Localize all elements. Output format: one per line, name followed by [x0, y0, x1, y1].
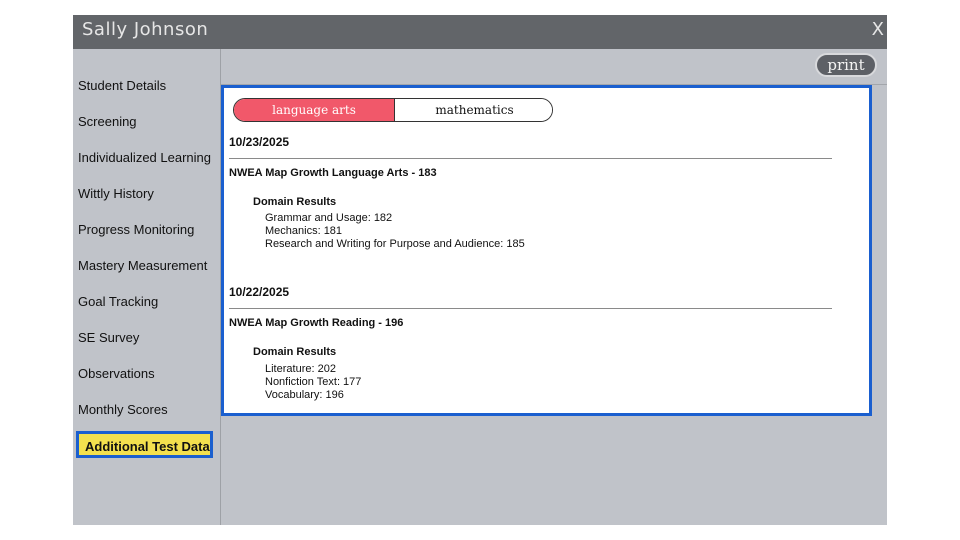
- domain-results-heading: Domain Results: [253, 196, 337, 208]
- sidebar-item-additional-test-data[interactable]: Additional Test Data: [76, 431, 213, 458]
- close-button[interactable]: X: [872, 19, 884, 40]
- domain-result-item: Nonfiction Text: 177: [265, 376, 362, 388]
- result-date: 10/22/2025: [229, 285, 290, 299]
- sidebar-item-monthly-scores[interactable]: Monthly Scores: [78, 402, 168, 417]
- print-button[interactable]: print: [815, 53, 877, 77]
- title-bar: Sally Johnson X: [73, 15, 887, 49]
- window-title: Sally Johnson: [82, 19, 209, 40]
- subject-tabs: language arts mathematics: [233, 98, 553, 122]
- tab-language-arts[interactable]: language arts: [234, 99, 395, 121]
- sidebar-item-mastery-measurement[interactable]: Mastery Measurement: [78, 258, 207, 273]
- sidebar-item-se-survey[interactable]: SE Survey: [78, 330, 139, 345]
- sidebar-item-screening[interactable]: Screening: [78, 114, 137, 129]
- result-divider: [229, 158, 832, 159]
- domain-result-item: Vocabulary: 196: [265, 389, 344, 401]
- domain-result-item: Mechanics: 181: [265, 225, 343, 237]
- result-divider: [229, 308, 832, 309]
- domain-result-item: Grammar and Usage: 182: [265, 212, 393, 224]
- student-window: Sally Johnson X Student Details Screenin…: [73, 15, 887, 525]
- sidebar-item-student-details[interactable]: Student Details: [78, 78, 166, 93]
- sidebar-item-individualized-learning[interactable]: Individualized Learning: [78, 150, 211, 165]
- sidebar-item-progress-monitoring[interactable]: Progress Monitoring: [78, 222, 194, 237]
- tab-mathematics[interactable]: mathematics: [395, 99, 552, 121]
- sidebar-item-wittly-history[interactable]: Wittly History: [78, 186, 154, 201]
- test-data-panel: language arts mathematics 10/23/2025 NWE…: [221, 85, 872, 416]
- sidebar-item-goal-tracking[interactable]: Goal Tracking: [78, 294, 158, 309]
- sidebar-item-observations[interactable]: Observations: [78, 366, 155, 381]
- domain-results-heading: Domain Results: [253, 346, 337, 358]
- result-date: 10/23/2025: [229, 135, 290, 149]
- sidebar: Student Details Screening Individualized…: [73, 49, 220, 525]
- test-title: NWEA Map Growth Language Arts - 183: [229, 167, 437, 179]
- domain-result-item: Literature: 202: [265, 363, 336, 375]
- test-title: NWEA Map Growth Reading - 196: [229, 317, 404, 329]
- domain-result-item: Research and Writing for Purpose and Aud…: [265, 238, 525, 250]
